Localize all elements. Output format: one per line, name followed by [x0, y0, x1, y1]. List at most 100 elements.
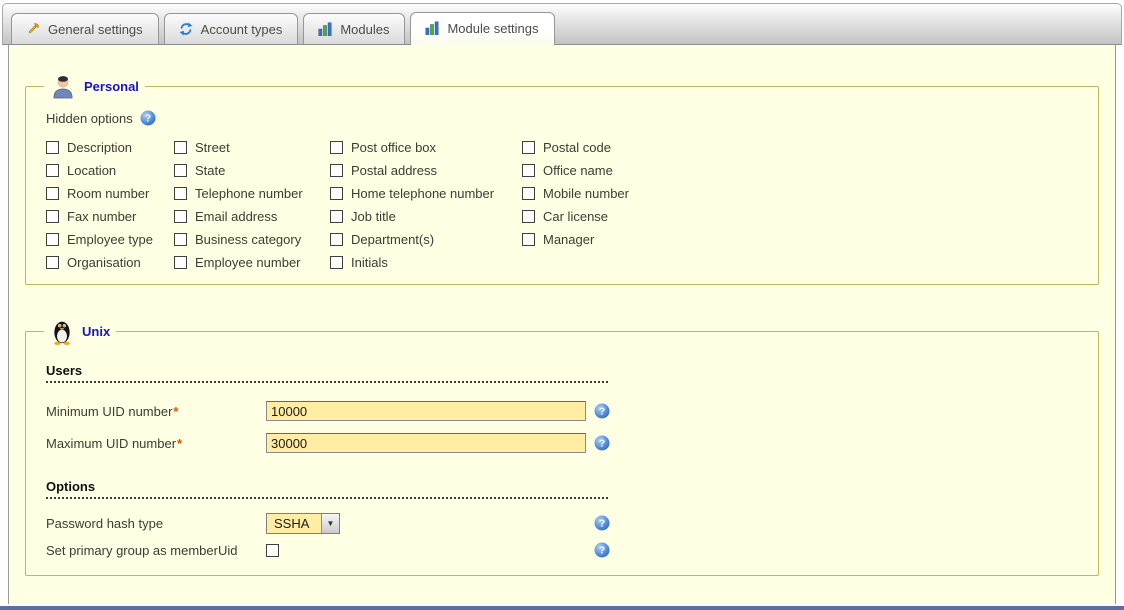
- checkbox[interactable]: [46, 256, 59, 269]
- unix-legend: Unix: [44, 317, 116, 345]
- hidden-option-item: Employee number: [174, 254, 330, 270]
- member-uid-row: Set primary group as memberUid ?: [46, 539, 1084, 561]
- tab-modules[interactable]: Modules: [303, 13, 405, 44]
- max-uid-row: Maximum UID number* ?: [46, 431, 1084, 455]
- hidden-option-item: Business category: [174, 231, 330, 247]
- svg-text:?: ?: [599, 518, 605, 530]
- checkbox[interactable]: [174, 256, 187, 269]
- member-uid-checkbox[interactable]: [266, 544, 279, 557]
- hidden-options-row: Hidden options ?: [46, 110, 1084, 126]
- checkbox[interactable]: [522, 187, 535, 200]
- dropdown-arrow-icon[interactable]: ▼: [321, 514, 339, 533]
- unix-fieldset: Unix Users Minimum UID number* ? Maximum…: [25, 317, 1099, 576]
- checkbox[interactable]: [174, 233, 187, 246]
- hidden-option-label: Fax number: [67, 209, 136, 224]
- selected-value: SSHA: [267, 514, 321, 533]
- max-uid-input[interactable]: [266, 433, 586, 453]
- svg-text:?: ?: [599, 438, 605, 450]
- hidden-option-item: Location: [46, 162, 174, 178]
- tab-label: Module settings: [447, 21, 538, 36]
- max-uid-label: Maximum UID number*: [46, 436, 266, 451]
- hidden-option-item: Email address: [174, 208, 330, 224]
- hidden-option-item: Job title: [330, 208, 522, 224]
- checkbox[interactable]: [330, 210, 343, 223]
- hidden-option-item: Street: [174, 139, 330, 155]
- hidden-options-label: Hidden options: [46, 111, 133, 126]
- checkbox[interactable]: [46, 187, 59, 200]
- hidden-option-label: Employee number: [195, 255, 301, 270]
- member-uid-label: Set primary group as memberUid: [46, 543, 266, 558]
- hidden-option-item: Office name: [522, 162, 722, 178]
- hidden-option-item: Postal code: [522, 139, 722, 155]
- label-text: Maximum UID number: [46, 436, 176, 451]
- checkbox[interactable]: [522, 141, 535, 154]
- checkbox[interactable]: [46, 141, 59, 154]
- person-icon: [50, 73, 76, 100]
- required-marker: *: [173, 404, 178, 419]
- checkbox[interactable]: [330, 233, 343, 246]
- tab-label: Modules: [340, 22, 389, 37]
- tab-module-settings[interactable]: Module settings: [410, 12, 554, 45]
- help-question-icon[interactable]: ?: [594, 542, 610, 558]
- unix-legend-label: Unix: [82, 324, 110, 339]
- checkbox[interactable]: [522, 233, 535, 246]
- hidden-option-label: Postal code: [543, 140, 611, 155]
- checkbox[interactable]: [46, 164, 59, 177]
- checkbox[interactable]: [46, 233, 59, 246]
- tab-account-types[interactable]: Account types: [164, 13, 299, 44]
- checkbox[interactable]: [174, 210, 187, 223]
- checkbox[interactable]: [46, 210, 59, 223]
- checkbox[interactable]: [330, 187, 343, 200]
- bar-chart-icon: [317, 21, 333, 37]
- hidden-option-label: Department(s): [351, 232, 434, 247]
- personal-legend-label: Personal: [84, 79, 139, 94]
- checkbox[interactable]: [330, 141, 343, 154]
- checkbox[interactable]: [522, 164, 535, 177]
- help-question-icon[interactable]: ?: [594, 403, 610, 419]
- svg-text:?: ?: [599, 406, 605, 418]
- password-hash-label: Password hash type: [46, 516, 266, 531]
- checkbox[interactable]: [330, 256, 343, 269]
- personal-legend: Personal: [44, 73, 145, 100]
- checkbox[interactable]: [330, 164, 343, 177]
- hidden-option-item: Description: [46, 139, 174, 155]
- hidden-options-grid: Description Street Post office box Posta…: [46, 139, 1084, 270]
- min-uid-input[interactable]: [266, 401, 586, 421]
- checkbox[interactable]: [174, 141, 187, 154]
- tab-general-settings[interactable]: General settings: [11, 13, 159, 44]
- checkbox[interactable]: [174, 187, 187, 200]
- hidden-option-label: Employee type: [67, 232, 153, 247]
- hidden-option-item: Car license: [522, 208, 722, 224]
- hidden-option-item: Home telephone number: [330, 185, 522, 201]
- hidden-option-label: Street: [195, 140, 230, 155]
- hidden-option-item: Fax number: [46, 208, 174, 224]
- hidden-option-item: Postal address: [330, 162, 522, 178]
- hidden-option-label: Description: [67, 140, 132, 155]
- checkbox[interactable]: [522, 210, 535, 223]
- min-uid-label: Minimum UID number*: [46, 404, 266, 419]
- hidden-option-item: Manager: [522, 231, 722, 247]
- password-hash-row: Password hash type SSHA ▼ ?: [46, 512, 1084, 534]
- wrench-icon: [25, 21, 41, 37]
- hidden-option-label: Email address: [195, 209, 277, 224]
- hidden-option-label: Job title: [351, 209, 396, 224]
- hidden-option-label: Room number: [67, 186, 149, 201]
- hidden-option-label: Initials: [351, 255, 388, 270]
- tab-bar: General settings Account types Modules M…: [2, 3, 1122, 45]
- hidden-option-label: Business category: [195, 232, 301, 247]
- help-question-icon[interactable]: ?: [594, 515, 610, 531]
- hidden-option-label: Office name: [543, 163, 613, 178]
- checkbox[interactable]: [174, 164, 187, 177]
- hidden-option-label: State: [195, 163, 225, 178]
- min-uid-row: Minimum UID number* ?: [46, 399, 1084, 423]
- hidden-option-label: Telephone number: [195, 186, 303, 201]
- hidden-option-item: Organisation: [46, 254, 174, 270]
- users-section-heading: Users: [46, 363, 608, 383]
- help-question-icon[interactable]: ?: [140, 110, 156, 126]
- help-question-icon[interactable]: ?: [594, 435, 610, 451]
- hidden-option-label: Location: [67, 163, 116, 178]
- module-settings-page: Personal Hidden options ? Description St…: [8, 45, 1116, 604]
- password-hash-select[interactable]: SSHA ▼: [266, 513, 340, 534]
- tab-label: General settings: [48, 22, 143, 37]
- hidden-option-label: Organisation: [67, 255, 141, 270]
